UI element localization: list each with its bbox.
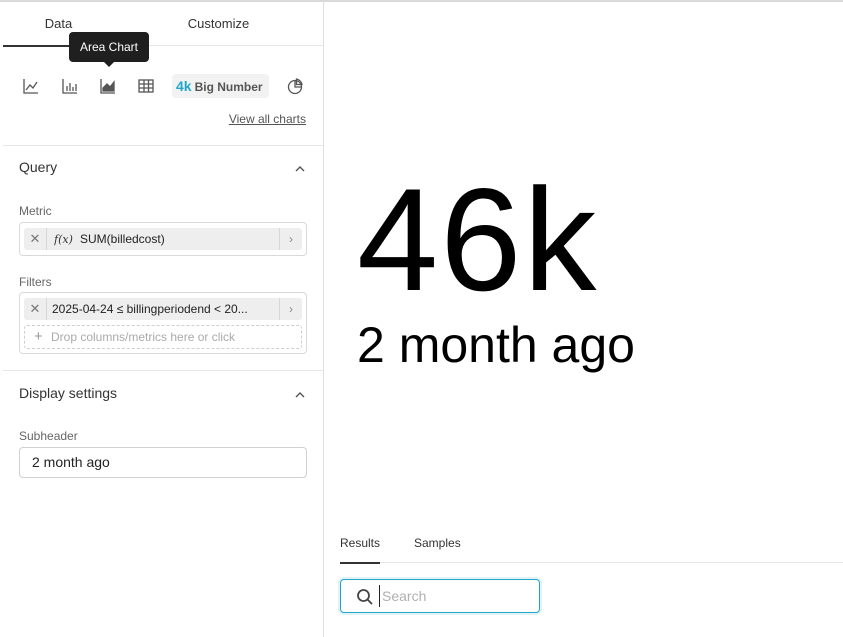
- area-chart-icon[interactable]: [98, 76, 118, 96]
- filter-value: 2025-04-24 ≤ billingperiodend < 20...: [52, 302, 248, 316]
- big-number-button[interactable]: 4k Big Number: [172, 74, 269, 98]
- big-number-icon: 4k: [176, 78, 192, 94]
- subheader-input[interactable]: 2 month ago: [19, 447, 307, 478]
- chart-type-selector: 4k Big Number: [3, 72, 323, 100]
- metric-fx-icon: f(x): [54, 233, 73, 246]
- query-section-title[interactable]: Query: [19, 159, 57, 175]
- panel-tabs: Data Customize: [3, 2, 323, 47]
- pill-separator: [46, 228, 47, 250]
- big-number-value: 46k: [357, 158, 599, 321]
- chevron-up-icon[interactable]: [293, 388, 307, 402]
- metric-value: SUM(billedcost): [80, 232, 165, 246]
- app-root: Data Customize Area Chart 4k Big Number …: [0, 0, 843, 637]
- tab-results[interactable]: Results: [340, 528, 381, 564]
- divider: [3, 370, 323, 371]
- chevron-up-icon[interactable]: [293, 162, 307, 176]
- search-icon: [357, 589, 373, 605]
- display-settings-title[interactable]: Display settings: [19, 385, 117, 401]
- big-number-subheader: 2 month ago: [357, 317, 635, 373]
- pie-chart-icon[interactable]: [285, 76, 305, 96]
- metric-label: Metric: [19, 204, 52, 218]
- plus-icon: +: [34, 328, 43, 345]
- pill-separator: [46, 298, 47, 320]
- filters-label: Filters: [19, 275, 52, 289]
- table-icon[interactable]: [136, 76, 156, 96]
- subheader-label: Subheader: [19, 429, 78, 443]
- chevron-right-icon[interactable]: ›: [280, 298, 302, 320]
- search-input[interactable]: [379, 585, 529, 607]
- tooltip-arrow: [103, 61, 115, 67]
- drop-zone-text: Drop columns/metrics here or click: [51, 330, 236, 344]
- results-tabs: Results Samples: [340, 528, 843, 564]
- tab-samples[interactable]: Samples: [414, 528, 461, 563]
- big-number-label: Big Number: [194, 80, 263, 94]
- chart-type-tooltip: Area Chart: [69, 32, 149, 67]
- metric-pill[interactable]: ✕ f(x) SUM(billedcost) ›: [24, 228, 302, 250]
- line-chart-icon[interactable]: [21, 76, 41, 96]
- filter-pill[interactable]: ✕ 2025-04-24 ≤ billingperiodend < 20... …: [24, 298, 302, 320]
- remove-metric-icon[interactable]: ✕: [24, 228, 46, 250]
- remove-filter-icon[interactable]: ✕: [24, 298, 46, 320]
- bar-chart-icon[interactable]: [60, 76, 80, 96]
- filters-box: ✕ 2025-04-24 ≤ billingperiodend < 20... …: [19, 292, 307, 354]
- chevron-right-icon[interactable]: ›: [280, 228, 302, 250]
- control-panel: Data Customize Area Chart 4k Big Number …: [3, 2, 324, 637]
- filter-drop-zone[interactable]: + Drop columns/metrics here or click: [24, 325, 302, 349]
- tooltip-text: Area Chart: [79, 40, 139, 54]
- divider: [3, 145, 323, 146]
- view-all-charts-link[interactable]: View all charts: [229, 112, 306, 126]
- metric-box: ✕ f(x) SUM(billedcost) ›: [19, 222, 307, 256]
- results-search-box[interactable]: [340, 579, 540, 613]
